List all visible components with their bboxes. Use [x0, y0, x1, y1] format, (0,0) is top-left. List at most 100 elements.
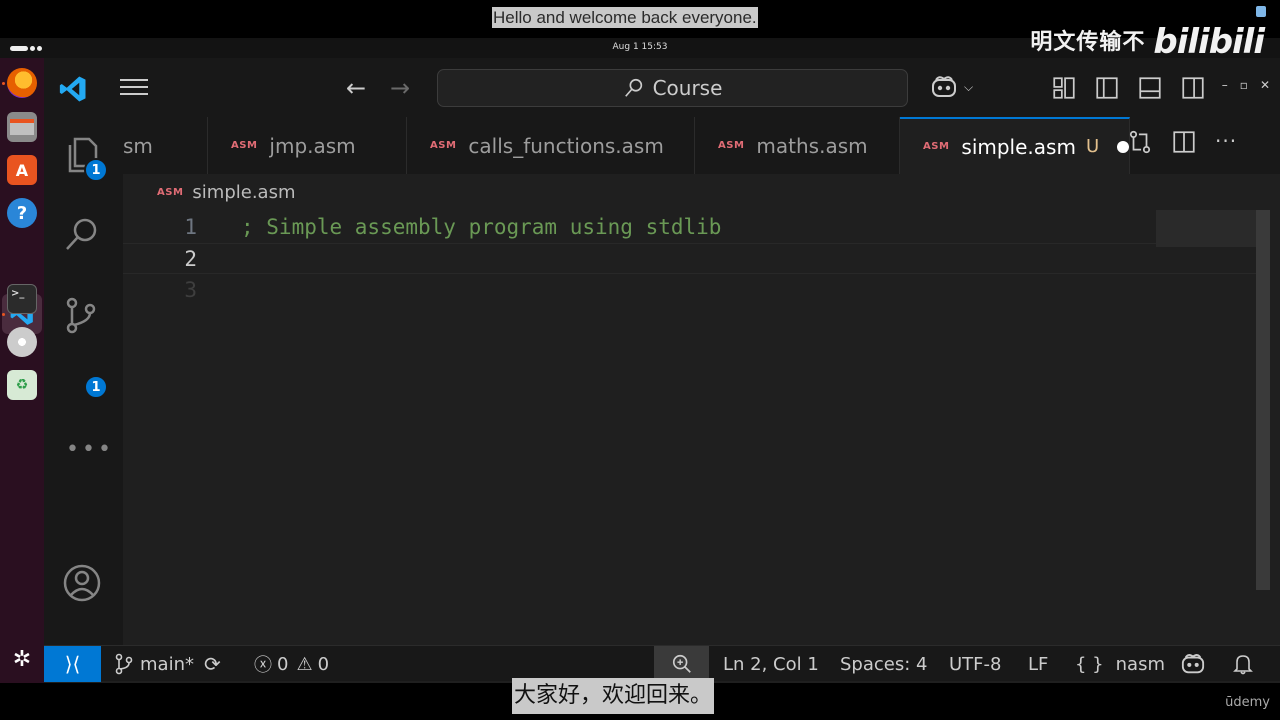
caption-chinese: 大家好，欢迎回来。	[512, 678, 715, 714]
asm-file-icon: ASM	[157, 187, 184, 198]
toggle-primary-sidebar-icon[interactable]	[1094, 75, 1120, 101]
tab-simple-asm[interactable]: ASM simple.asm U	[900, 117, 1130, 174]
branch-indicator[interactable]: main* ⟳	[114, 646, 221, 682]
notifications-bell-icon[interactable]	[1233, 646, 1253, 682]
line-number: 2	[184, 247, 197, 271]
minimize-icon[interactable]: –	[1222, 78, 1228, 92]
vertical-scrollbar[interactable]	[1256, 210, 1270, 590]
tab-maths-asm[interactable]: ASM maths.asm	[695, 117, 900, 174]
running-indicator	[2, 82, 5, 85]
tab-partial[interactable]: sm	[123, 117, 208, 174]
close-icon[interactable]: ✕	[1260, 78, 1270, 92]
open-changes-icon[interactable]	[1127, 129, 1153, 155]
error-icon: ⓧ	[254, 655, 272, 676]
warning-count: 0	[317, 653, 330, 675]
bilibili-watermark: 明文传输不 bilibili	[1030, 22, 1265, 62]
vscode-window: ← → Course ⌵ – ▫ ✕ 1 1 ••• sm ASM jmp.as…	[44, 58, 1280, 683]
editor-line[interactable]: 3	[123, 275, 1256, 306]
asm-file-icon: ASM	[923, 141, 950, 152]
toggle-secondary-sidebar-icon[interactable]	[1180, 75, 1206, 101]
encoding[interactable]: UTF-8	[949, 646, 1001, 682]
watermark-text: 明文传输不	[1030, 30, 1146, 55]
indentation[interactable]: Spaces: 4	[840, 646, 927, 682]
cursor-position[interactable]: Ln 2, Col 1	[723, 646, 819, 682]
corner-indicator-icon	[1256, 6, 1266, 17]
remote-indicator-icon[interactable]: ⟩⟨	[44, 646, 101, 682]
toggle-panel-icon[interactable]	[1137, 75, 1163, 101]
status-bar: ⟩⟨ main* ⟳ ⓧ 0 ⚠ 0 Ln 2, Col 1 Spaces: 4…	[44, 645, 1280, 682]
running-indicator	[2, 313, 5, 316]
tab-label: jmp.asm	[269, 133, 356, 158]
chevron-down-icon: ⌵	[964, 79, 974, 94]
breadcrumb: ASM simple.asm	[157, 182, 295, 203]
bilibili-logo: bilibili	[1153, 22, 1265, 62]
customize-layout-icon[interactable]	[1051, 75, 1077, 101]
tab-label: sm	[123, 133, 153, 158]
source-control-icon[interactable]	[62, 295, 102, 335]
sync-icon[interactable]: ⟳	[204, 652, 221, 676]
end-of-line[interactable]: LF	[1028, 646, 1048, 682]
language-name: nasm	[1115, 653, 1165, 675]
caption-english: Hello and welcome back everyone.	[492, 7, 758, 28]
tab-jmp-asm[interactable]: ASM jmp.asm	[208, 117, 407, 174]
more-actions-icon[interactable]: ···	[1215, 129, 1237, 155]
command-center-search[interactable]: Course	[437, 69, 908, 107]
back-arrow-icon[interactable]: ←	[346, 74, 366, 102]
language-mode[interactable]: { } nasm	[1075, 646, 1165, 682]
trash-icon[interactable]: ♻	[7, 370, 37, 400]
search-icon	[624, 78, 642, 97]
app-center-icon[interactable]: A	[7, 155, 37, 185]
source-control-badge: 1	[84, 375, 108, 399]
copilot-status-icon[interactable]	[1180, 646, 1206, 682]
line-number: 3	[184, 278, 197, 302]
window-controls: – ▫ ✕	[1210, 78, 1270, 92]
minimap[interactable]	[1156, 210, 1256, 247]
search-icon[interactable]	[62, 214, 102, 254]
account-icon[interactable]	[62, 563, 102, 603]
ubuntu-logo-icon[interactable]: ✲	[7, 644, 37, 674]
line-number: 1	[184, 215, 197, 239]
error-count: 0	[277, 653, 289, 675]
help-icon[interactable]: ?	[7, 198, 37, 228]
copilot-icon	[932, 76, 956, 97]
untracked-indicator: U	[1085, 136, 1100, 157]
breadcrumb-file[interactable]: simple.asm	[192, 182, 295, 203]
menu-icon[interactable]	[120, 79, 148, 97]
vscode-logo-icon	[59, 76, 86, 102]
layout-controls	[1051, 75, 1223, 101]
firefox-icon[interactable]	[7, 68, 37, 98]
tab-label: maths.asm	[756, 133, 868, 158]
asm-file-icon: ASM	[718, 140, 745, 151]
terminal-icon[interactable]: >_	[7, 284, 37, 314]
editor-line-current[interactable]: 2	[123, 243, 1256, 274]
warning-icon: ⚠	[296, 653, 313, 675]
activity-bar: 1 1 •••	[44, 117, 123, 677]
zoom-in-icon	[672, 654, 691, 673]
files-icon[interactable]	[7, 112, 37, 142]
editor-actions: ···	[1127, 129, 1237, 155]
tab-label: calls_functions.asm	[468, 133, 664, 158]
braces-icon: { }	[1075, 653, 1104, 675]
zoom-button[interactable]	[654, 646, 709, 682]
split-editor-icon[interactable]	[1171, 129, 1197, 155]
udemy-logo: ūdemy	[1225, 695, 1270, 710]
editor-tab-bar: sm ASM jmp.asm ASM calls_functions.asm A…	[123, 117, 1280, 174]
tab-calls-functions-asm[interactable]: ASM calls_functions.asm	[407, 117, 695, 174]
code-editor[interactable]: 1 ; Simple assembly program using stdlib…	[123, 208, 1256, 645]
disc-icon[interactable]	[7, 327, 37, 357]
title-bar: ← → Course ⌵ – ▫ ✕	[44, 58, 1280, 117]
more-icon[interactable]: •••	[66, 437, 114, 462]
problems-indicator[interactable]: ⓧ 0 ⚠ 0	[254, 646, 329, 682]
git-branch-icon	[115, 653, 133, 675]
command-center-label: Course	[652, 76, 723, 100]
code-comment[interactable]: ; Simple assembly program using stdlib	[241, 212, 721, 243]
forward-arrow-icon[interactable]: →	[390, 74, 410, 102]
copilot-menu[interactable]: ⌵	[930, 74, 973, 100]
asm-file-icon: ASM	[231, 140, 258, 151]
ubuntu-dock: A ? >_ ♻ ✲	[0, 58, 44, 683]
maximize-icon[interactable]: ▫	[1240, 78, 1248, 92]
explorer-badge: 1	[84, 158, 108, 182]
branch-name: main*	[140, 653, 194, 675]
editor-line[interactable]: 1 ; Simple assembly program using stdlib	[123, 212, 1256, 243]
asm-file-icon: ASM	[430, 140, 457, 151]
